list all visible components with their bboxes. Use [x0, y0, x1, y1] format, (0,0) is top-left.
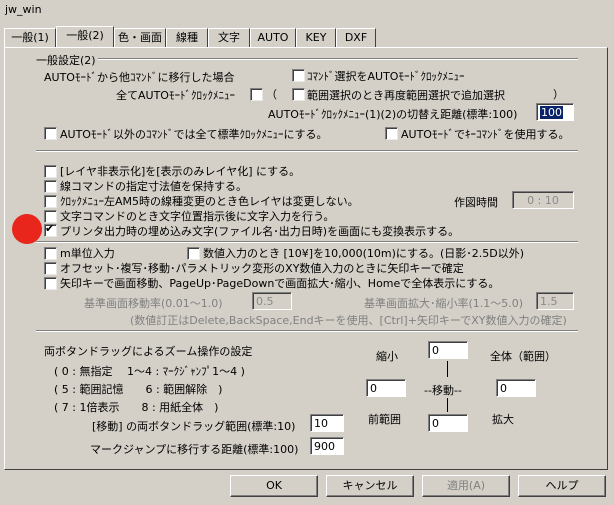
- mark-jump-input[interactable]: 900: [310, 437, 344, 455]
- clock-am5-label: ｸﾛｯｸﾒﾆｭｰ左AM5時の線種変更のとき色レイヤは変更しない。: [60, 195, 359, 208]
- m-unit-checkbox[interactable]: [44, 247, 57, 260]
- keep-dimension-label: 線コマンドの指定寸法値を保持する。: [60, 180, 247, 193]
- section-title: 一般設定(2): [36, 54, 96, 67]
- switch-distance-label: AUTOﾓｰﾄﾞｸﾛｯｸﾒﾆｭｰ(1)(2)の切替え距離(標準:100): [268, 108, 518, 121]
- text-input-after-pos-label: 文字コマンドのとき文字位置指示後に文字入力を行う。: [60, 210, 335, 223]
- cmd-select-auto-label: ｺﾏﾝﾄﾞ選択をAUTOﾓｰﾄﾞｸﾛｯｸﾒﾆｭｰ: [307, 70, 465, 83]
- auto-key-cmd-label: AUTOﾓｰﾄﾞでｷｰｺﾏﾝﾄﾞを使用する。: [401, 128, 570, 141]
- arrow-key-move-label: 矢印キーで画面移動、PageUp･PageDownで画面拡大･縮小、Homeで全…: [60, 277, 500, 290]
- clock-am5-checkbox[interactable]: [44, 195, 57, 208]
- zoom-rate-label: 基準画面拡大･縮小率(1.1～5.0): [364, 297, 524, 310]
- tab-dxf[interactable]: DXF: [336, 28, 376, 47]
- tab-color-screen[interactable]: 色・画面: [114, 28, 166, 47]
- all-range-label: 全体（範囲）: [490, 350, 556, 363]
- offset-arrow-checkbox[interactable]: [44, 262, 57, 275]
- switch-distance-input[interactable]: 100: [536, 103, 574, 121]
- left-drag-input[interactable]: 0: [366, 379, 406, 397]
- layer-hide-label: [レイヤ非表示化]を[表示のみレイヤ化] にする。: [60, 165, 301, 178]
- cancel-button[interactable]: キャンセル: [326, 475, 414, 497]
- m-unit-label: m単位入力: [60, 247, 115, 260]
- drawing-time-label: 作図時間: [454, 196, 498, 209]
- zoom-legend-line2: ( 5 : 範囲記憶 6 : 範囲解除 ): [54, 383, 223, 396]
- range-select-label: 範囲選択のとき再度範囲選択で追加選択: [307, 89, 505, 102]
- auto-heading: AUTOﾓｰﾄﾞから他ｺﾏﾝﾄﾞに移行した場合: [44, 71, 235, 84]
- zoom-legend-line3: ( 7 : 1倍表示 8 : 用紙全体 ): [54, 401, 219, 414]
- zoom-heading: 両ボタンドラッグによるズーム操作の設定: [44, 345, 253, 358]
- tab-auto[interactable]: AUTO: [250, 28, 296, 47]
- title-bar: jw_win: [0, 0, 614, 19]
- move-range-input[interactable]: 10: [310, 414, 344, 432]
- all-auto-clock-label: 全てAUTOﾓｰﾄﾞｸﾛｯｸﾒﾆｭｰ: [116, 89, 235, 102]
- all-std-clock-checkbox[interactable]: [44, 127, 57, 140]
- all-std-clock-label: AUTOﾓｰﾄﾞ以外のｺﾏﾝﾄﾞでは全て標準ｸﾛｯｸﾒﾆｭｰにする。: [60, 128, 328, 141]
- move-range-label: [移動] の両ボタンドラッグ範囲(標準:10): [92, 420, 296, 433]
- shrink-input[interactable]: 0: [428, 341, 468, 359]
- window-title: jw_win: [5, 3, 42, 16]
- prev-range-label: 前範囲: [368, 413, 401, 426]
- divider: [98, 58, 578, 60]
- offset-arrow-label: オフセット･複写･移動･パラメトリック変形のXY数値入力のときに矢印キーで確定: [60, 262, 464, 275]
- prev-range-input[interactable]: 0: [428, 414, 468, 432]
- apply-button[interactable]: 適用(A): [422, 475, 510, 497]
- drawing-time-input[interactable]: 0 : 10: [512, 191, 574, 209]
- num-input-10-checkbox[interactable]: [187, 247, 200, 260]
- printer-embed-text-label: プリンタ出力時の埋め込み文字(ファイル名･出力日時)を画面にも変換表示する。: [60, 225, 460, 238]
- right-drag-input[interactable]: 0: [496, 379, 536, 397]
- cmd-select-auto-checkbox[interactable]: [292, 69, 305, 82]
- tab-line-type[interactable]: 線種: [166, 28, 208, 47]
- click-marker: [12, 214, 42, 244]
- zoom-legend-line1: ( 0 : 無指定 1～4 : ﾏｰｸｼﾞｬﾝﾌﾟ1～4 ): [54, 365, 245, 378]
- tab-key[interactable]: KEY: [296, 28, 336, 47]
- arrow-key-move-checkbox[interactable]: [44, 277, 57, 290]
- move-rate-input[interactable]: 0.5: [252, 292, 292, 310]
- layer-hide-checkbox[interactable]: [44, 165, 57, 178]
- divider: [36, 150, 578, 152]
- shrink-label: 縮小: [376, 350, 398, 363]
- auto-key-cmd-checkbox[interactable]: [385, 127, 398, 140]
- divider: [36, 330, 578, 332]
- printer-embed-text-checkbox[interactable]: [44, 222, 57, 237]
- move-rate-label: 基準画面移動率(0.01～1.0): [84, 297, 223, 310]
- ok-button[interactable]: OK: [230, 475, 318, 497]
- range-select-checkbox[interactable]: [292, 88, 305, 101]
- open-paren: （: [266, 88, 277, 101]
- zoom-rate-input[interactable]: 1.5: [536, 292, 574, 310]
- tab-general-1[interactable]: 一般(1): [4, 28, 56, 47]
- num-input-10-label: 数値入力のとき [10¥]を10,000(10m)にする。(日影･2.5D以外): [203, 247, 525, 260]
- all-auto-clock-checkbox[interactable]: [250, 88, 263, 101]
- close-paren: ）: [553, 88, 564, 101]
- connector-line: [447, 361, 448, 377]
- connector-line: [447, 398, 448, 412]
- help-button[interactable]: ヘルプ: [518, 475, 606, 497]
- divider: [36, 241, 578, 243]
- mark-jump-label: マークジャンプに移行する距離(標準:100): [90, 443, 299, 456]
- tab-general-2[interactable]: 一般(2): [56, 26, 114, 47]
- move-center-label: --移動--: [424, 384, 462, 397]
- note-text: (数値訂正はDelete,BackSpace,Endキーを使用、[Ctrl]+矢…: [130, 314, 567, 327]
- keep-dimension-checkbox[interactable]: [44, 180, 57, 193]
- enlarge-label: 拡大: [492, 413, 514, 426]
- tab-text[interactable]: 文字: [208, 28, 250, 47]
